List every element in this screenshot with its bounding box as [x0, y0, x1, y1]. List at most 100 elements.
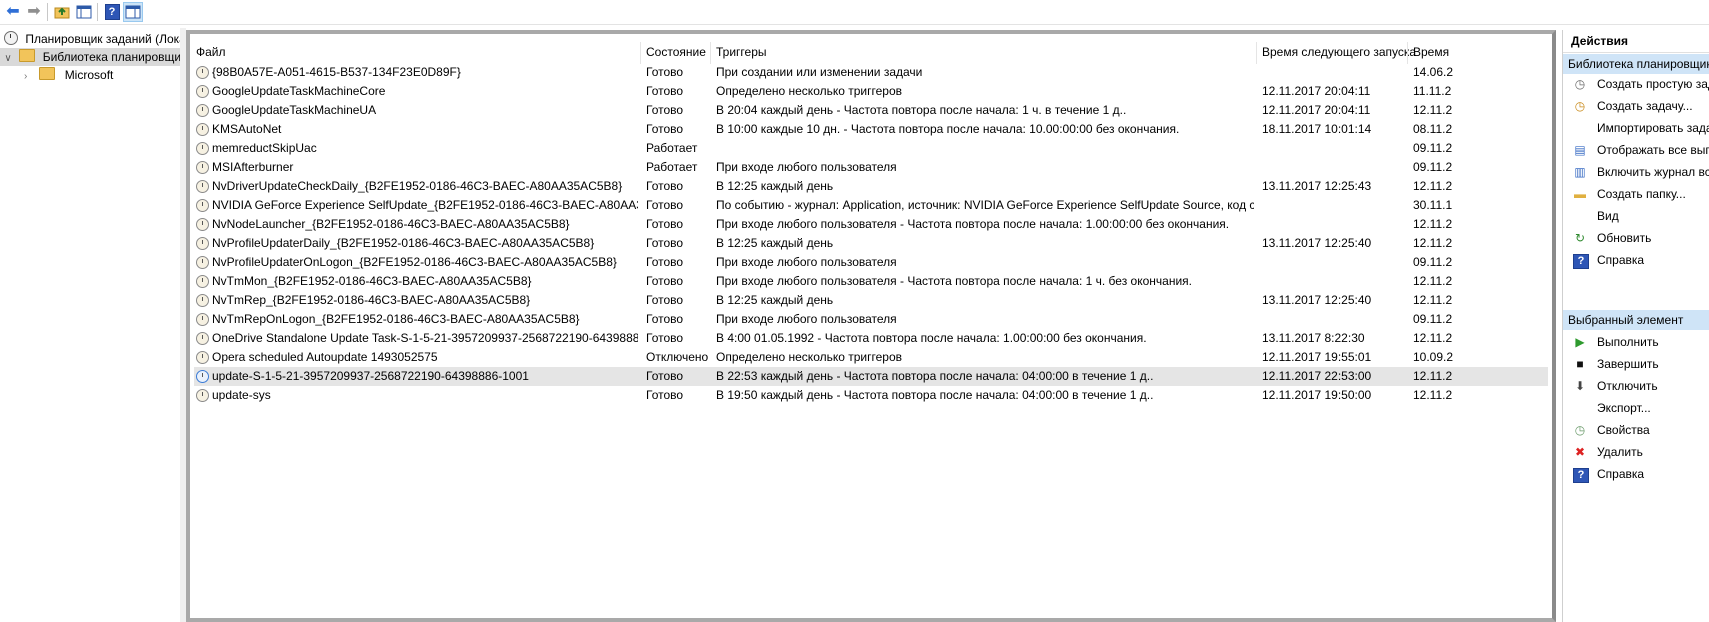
scheduler-icon	[4, 31, 18, 45]
delete-icon: ✖	[1574, 445, 1586, 459]
action-label: Выполнить	[1597, 335, 1659, 349]
action-item[interactable]: ? Справка	[1563, 463, 1709, 485]
folder-icon	[19, 49, 36, 62]
task-name: MSIAfterburner	[212, 160, 294, 174]
action-item[interactable]: Вид	[1563, 205, 1709, 227]
action-item[interactable]: ✖ Удалить	[1563, 441, 1709, 463]
action-item[interactable]: ◷ Создать простую задачу...	[1563, 73, 1709, 95]
column-divider[interactable]	[1407, 42, 1408, 64]
column-header-triggers[interactable]: Триггеры	[716, 42, 767, 62]
table-row[interactable]: GoogleUpdateTaskMachineUA Готово В 20:04 к…	[194, 101, 1548, 120]
table-row[interactable]: GoogleUpdateTaskMachineCore Готово Определ…	[194, 82, 1548, 101]
task-name: NvTmRepOnLogon_{B2FE1952-0186-46C3-BAEC-…	[212, 312, 580, 326]
table-row[interactable]: NvProfileUpdaterDaily_{B2FE1952-0186-46C…	[194, 234, 1548, 253]
task-name: NvNodeLauncher_{B2FE1952-0186-46C3-BAEC-…	[212, 217, 570, 231]
table-row[interactable]: NvTmRep_{B2FE1952-0186-46C3-BAEC-A80AA35…	[194, 291, 1548, 310]
table-row[interactable]: Opera scheduled Autoupdate 1493052575 Отк…	[194, 348, 1548, 367]
task-last-run: 12.11.2	[1413, 179, 1453, 193]
task-name: OneDrive Standalone Update Task-S-1-5-21…	[212, 331, 638, 345]
back-icon[interactable]: ⬅	[3, 2, 23, 22]
table-row[interactable]: NVIDIA GeForce Experience SelfUpdate_{B2…	[194, 196, 1548, 215]
table-row[interactable]: memreductSkipUac Работает 09.11.2	[194, 139, 1548, 158]
column-divider[interactable]	[640, 42, 641, 64]
table-row[interactable]: OneDrive Standalone Update Task-S-1-5-21…	[194, 329, 1548, 348]
show-action-pane-icon[interactable]	[123, 2, 143, 22]
action-item[interactable]: Импортировать задачу...	[1563, 117, 1709, 139]
task-status: Готово	[646, 217, 684, 231]
table-row[interactable]: NvTmMon_{B2FE1952-0186-46C3-BAEC-A80AA35…	[194, 272, 1548, 291]
action-item[interactable]: ◷ Свойства	[1563, 419, 1709, 441]
table-row[interactable]: update-S-1-5-21-3957209937-2568722190-64…	[194, 367, 1548, 386]
task-next-run: 12.11.2017 20:04:11	[1262, 84, 1371, 98]
run-icon: ▶	[1575, 335, 1585, 349]
table-row[interactable]: NvProfileUpdaterOnLogon_{B2FE1952-0186-4…	[194, 253, 1548, 272]
action-item[interactable]: ■ Завершить	[1563, 353, 1709, 375]
action-item[interactable]: ⬇ Отключить	[1563, 375, 1709, 397]
actions-section-selected[interactable]: Выбранный элемент	[1563, 310, 1709, 330]
column-header-file[interactable]: Файл	[196, 42, 226, 62]
task-clock-icon	[196, 275, 209, 288]
up-folder-icon[interactable]	[52, 2, 72, 22]
action-item[interactable]: ▬ Создать папку...	[1563, 183, 1709, 205]
task-last-run: 12.11.2	[1413, 274, 1453, 288]
action-item[interactable]: ▶ Выполнить	[1563, 331, 1709, 353]
column-header-last-run[interactable]: Время	[1413, 42, 1449, 62]
table-row[interactable]: NvTmRepOnLogon_{B2FE1952-0186-46C3-BAEC-…	[194, 310, 1548, 329]
action-label: Справка	[1597, 467, 1645, 481]
task-status: Готово	[646, 388, 684, 402]
tree-root[interactable]: Планировщик заданий (Локальный)	[4, 30, 180, 48]
action-item[interactable]: ? Справка	[1563, 249, 1709, 271]
task-trigger: Определено несколько триггеров	[716, 350, 903, 364]
task-status: Готово	[646, 369, 684, 383]
task-status: Готово	[646, 198, 684, 212]
help-icon[interactable]: ?	[102, 2, 122, 22]
table-row[interactable]: NvNodeLauncher_{B2FE1952-0186-46C3-BAEC-…	[194, 215, 1548, 234]
task-trigger: При входе любого пользователя	[716, 312, 897, 326]
forward-icon[interactable]: ➡	[24, 2, 44, 22]
actions-section-library[interactable]: Библиотека планировщика заданий	[1563, 54, 1709, 74]
column-divider[interactable]	[710, 42, 711, 64]
create-task-icon: ◷	[1574, 99, 1586, 113]
task-trigger: В 12:25 каждый день	[716, 293, 834, 307]
action-item[interactable]: ▤ Отображать все выполняемые задачи	[1563, 139, 1709, 161]
tree-library[interactable]: ∨ Библиотека планировщика заданий	[0, 48, 180, 66]
column-divider[interactable]	[1256, 42, 1257, 64]
task-last-run: 12.11.2	[1413, 103, 1453, 117]
task-trigger: В 22:53 каждый день - Частота повтора по…	[716, 369, 1154, 383]
task-status: Готово	[646, 103, 684, 117]
navigation-tree: Планировщик заданий (Локальный) ∨ Библио…	[0, 28, 181, 622]
task-trigger: В 12:25 каждый день	[716, 179, 834, 193]
table-row[interactable]: {98B0A57E-A051-4615-B537-134F23E0D89F} Го…	[194, 63, 1548, 82]
column-header-status[interactable]: Состояние	[646, 42, 706, 62]
action-label: Создать папку...	[1597, 187, 1686, 201]
table-row[interactable]: KMSAutoNet Готово В 10:00 каждые 10 дн. - …	[194, 120, 1548, 139]
action-item[interactable]: ▥ Включить журнал всех заданий	[1563, 161, 1709, 183]
task-last-run: 08.11.2	[1413, 122, 1453, 136]
show-pane-icon[interactable]	[74, 2, 94, 22]
task-last-run: 09.11.2	[1413, 160, 1453, 174]
task-name: NvTmRep_{B2FE1952-0186-46C3-BAEC-A80AA35…	[212, 293, 531, 307]
action-label: Отображать все выполняемые задачи	[1597, 143, 1709, 157]
task-clock-icon	[196, 370, 209, 383]
task-last-run: 12.11.2	[1413, 331, 1453, 345]
tree-microsoft[interactable]: › Microsoft	[24, 66, 113, 84]
action-item[interactable]: Экспорт...	[1563, 397, 1709, 419]
table-row[interactable]: NvDriverUpdateCheckDaily_{B2FE1952-0186-…	[194, 177, 1548, 196]
task-clock-icon	[196, 85, 209, 98]
task-trigger: При входе любого пользователя - Частота …	[716, 217, 1230, 231]
task-status: Готово	[646, 274, 684, 288]
table-row[interactable]: update-sys Готово В 19:50 каждый день - Ча…	[194, 386, 1548, 405]
task-last-run: 30.11.1	[1413, 198, 1453, 212]
task-trigger: Определено несколько триггеров	[716, 84, 903, 98]
task-trigger: В 20:04 каждый день - Частота повтора по…	[716, 103, 1127, 117]
create-basic-task-icon: ◷	[1574, 77, 1586, 91]
action-item[interactable]: ↻ Обновить	[1563, 227, 1709, 249]
task-status: Готово	[646, 331, 684, 345]
column-header-next-run[interactable]: Время следующего запуска	[1262, 42, 1416, 62]
action-item[interactable]: ◷ Создать задачу...	[1563, 95, 1709, 117]
table-row[interactable]: MSIAfterburner Работает При входе любого п…	[194, 158, 1548, 177]
task-next-run: 12.11.2017 19:55:01	[1262, 350, 1372, 364]
chevron-right-icon[interactable]: ›	[24, 68, 36, 86]
chevron-down-icon[interactable]: ∨	[0, 50, 16, 68]
properties-icon: ◷	[1574, 423, 1586, 437]
